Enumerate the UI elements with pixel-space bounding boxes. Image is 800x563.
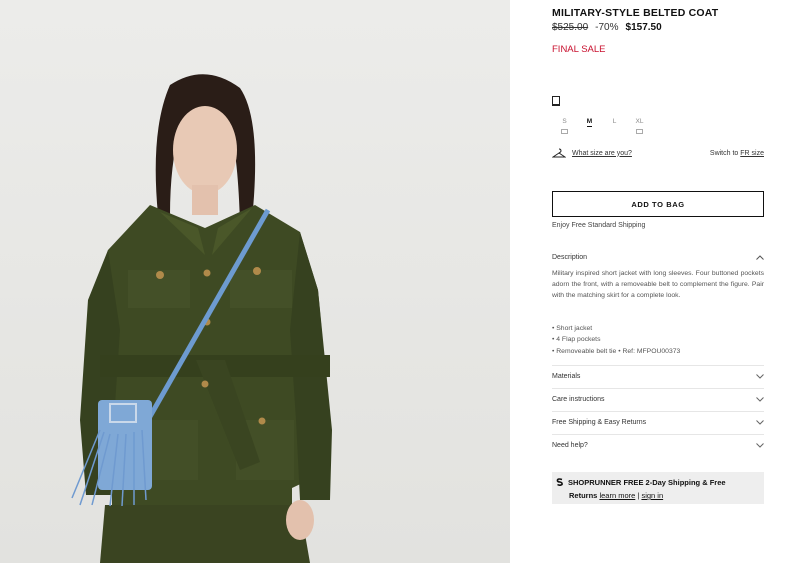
- size-option-s[interactable]: S: [552, 118, 577, 134]
- chevron-down-icon: [756, 397, 764, 402]
- accordion-need-help[interactable]: Need help?: [552, 434, 764, 456]
- model-illustration: [71, 74, 332, 563]
- accordion-care-instructions[interactable]: Care instructions: [552, 388, 764, 410]
- notify-mail-icon[interactable]: [561, 129, 568, 134]
- shoprunner-returns: Returns: [569, 491, 598, 500]
- original-price: $525.00: [552, 22, 589, 33]
- price-row: $525.00 -70% $157.50: [552, 22, 662, 33]
- description-text: Military inspired short jacket with long…: [552, 270, 764, 299]
- product-title: MILITARY-STYLE BELTED COAT: [552, 7, 719, 19]
- sale-price: $157.50: [625, 22, 662, 33]
- size-fit-icon: [552, 96, 560, 106]
- sign-in-link[interactable]: sign in: [641, 491, 663, 500]
- description-header[interactable]: Description: [552, 251, 764, 263]
- shoprunner-brand: SHOPRUNNER: [568, 478, 622, 487]
- product-image[interactable]: [0, 0, 510, 563]
- discount-percent: -70%: [595, 22, 619, 33]
- description-heading: Description: [552, 253, 588, 261]
- add-to-bag-button[interactable]: ADD TO BAG: [552, 191, 764, 217]
- chevron-down-icon: [756, 443, 764, 448]
- accordion-label: Need help?: [552, 442, 588, 449]
- size-guide-link[interactable]: What size are you?: [572, 150, 632, 157]
- accordion-materials[interactable]: Materials: [552, 365, 764, 387]
- hanger-icon: [552, 148, 566, 158]
- size-option-l[interactable]: L: [602, 118, 627, 134]
- list-item: • Short jacket: [552, 325, 593, 332]
- size-selector: S M L XL: [552, 118, 652, 134]
- size-option-xl[interactable]: XL: [627, 118, 652, 134]
- chevron-up-icon: [756, 254, 764, 260]
- shoprunner-banner: SHOPRUNNER FREE 2-Day Shipping & Free Re…: [552, 472, 764, 504]
- list-item: • 4 Flap pockets: [552, 336, 601, 344]
- accordion-shipping-returns[interactable]: Free Shipping & Easy Returns: [552, 411, 764, 433]
- accordion-label: Free Shipping & Easy Returns: [552, 419, 647, 426]
- final-sale-label: FINAL SALE: [552, 44, 606, 55]
- size-help-row: What size are you? Switch to FR size: [552, 148, 764, 158]
- description-bullets: • Short jacket • 4 Flap pockets • Remove…: [552, 323, 764, 357]
- chevron-down-icon: [756, 374, 764, 379]
- list-item: • Removeable belt tie • Ref: MFPOU00373: [552, 347, 681, 355]
- fr-size-link[interactable]: FR size: [740, 150, 764, 157]
- shoprunner-logo-icon: [556, 478, 563, 486]
- accordion-label: Care instructions: [552, 396, 605, 403]
- chevron-down-icon: [756, 420, 764, 425]
- notify-mail-icon[interactable]: [636, 129, 643, 134]
- size-option-m[interactable]: M: [577, 118, 602, 134]
- shoprunner-offer: FREE 2-Day Shipping & Free: [623, 478, 726, 487]
- separator: |: [637, 491, 640, 500]
- learn-more-link[interactable]: learn more: [599, 491, 635, 500]
- switch-size-label: Switch to: [709, 149, 739, 157]
- shipping-note: Enjoy Free Standard Shipping: [552, 222, 646, 229]
- accordion-label: Materials: [552, 373, 581, 380]
